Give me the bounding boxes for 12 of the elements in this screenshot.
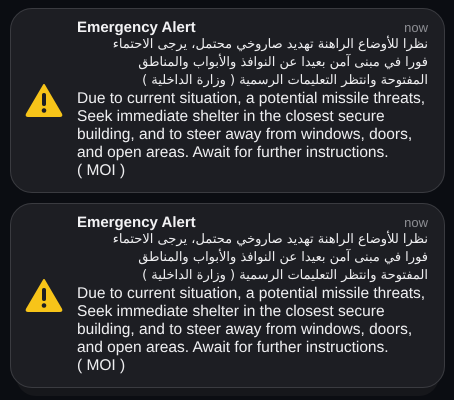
- alert-message: Due to current situation, a potential missile threats, Seek immediate shelter in the closest secure building, and to steer away from windows, doors, and open areas. Await for further instructions. ( MOI ): [77, 90, 426, 180]
- notification-time: now: [404, 20, 428, 35]
- alert-message-arabic: نظرا للأوضاع الراهنة تهديد صاروخي محتمل، يرجى الاحتماء فورا في مبنى آمن بعيدا عن النوافذ والأبواب والمناطق المفتوحة وانتظر التعليمات الرسمية ( وزارة الداخلية ): [112, 231, 428, 285]
- notification-card[interactable]: [10, 8, 445, 193]
- notification-card[interactable]: [10, 203, 445, 388]
- alert-message-arabic: نظرا للأوضاع الراهنة تهديد صاروخي محتمل، يرجى الاحتماء فورا في مبنى آمن بعيدا عن النوافذ والأبواب والمناطق المفتوحة وانتظر التعليمات الرسمية ( وزارة الداخلية ): [112, 36, 428, 90]
- alert-message: Due to current situation, a potential missile threats, Seek immediate shelter in the closest secure building, and to steer away from windows, doors, and open areas. Await for further instructions. ( MOI ): [77, 285, 426, 375]
- warning-icon: [25, 82, 63, 116]
- notification-title: Emergency Alert: [77, 19, 196, 36]
- notification-title: Emergency Alert: [77, 214, 196, 231]
- notification-time: now: [404, 215, 428, 230]
- warning-icon: [25, 278, 63, 312]
